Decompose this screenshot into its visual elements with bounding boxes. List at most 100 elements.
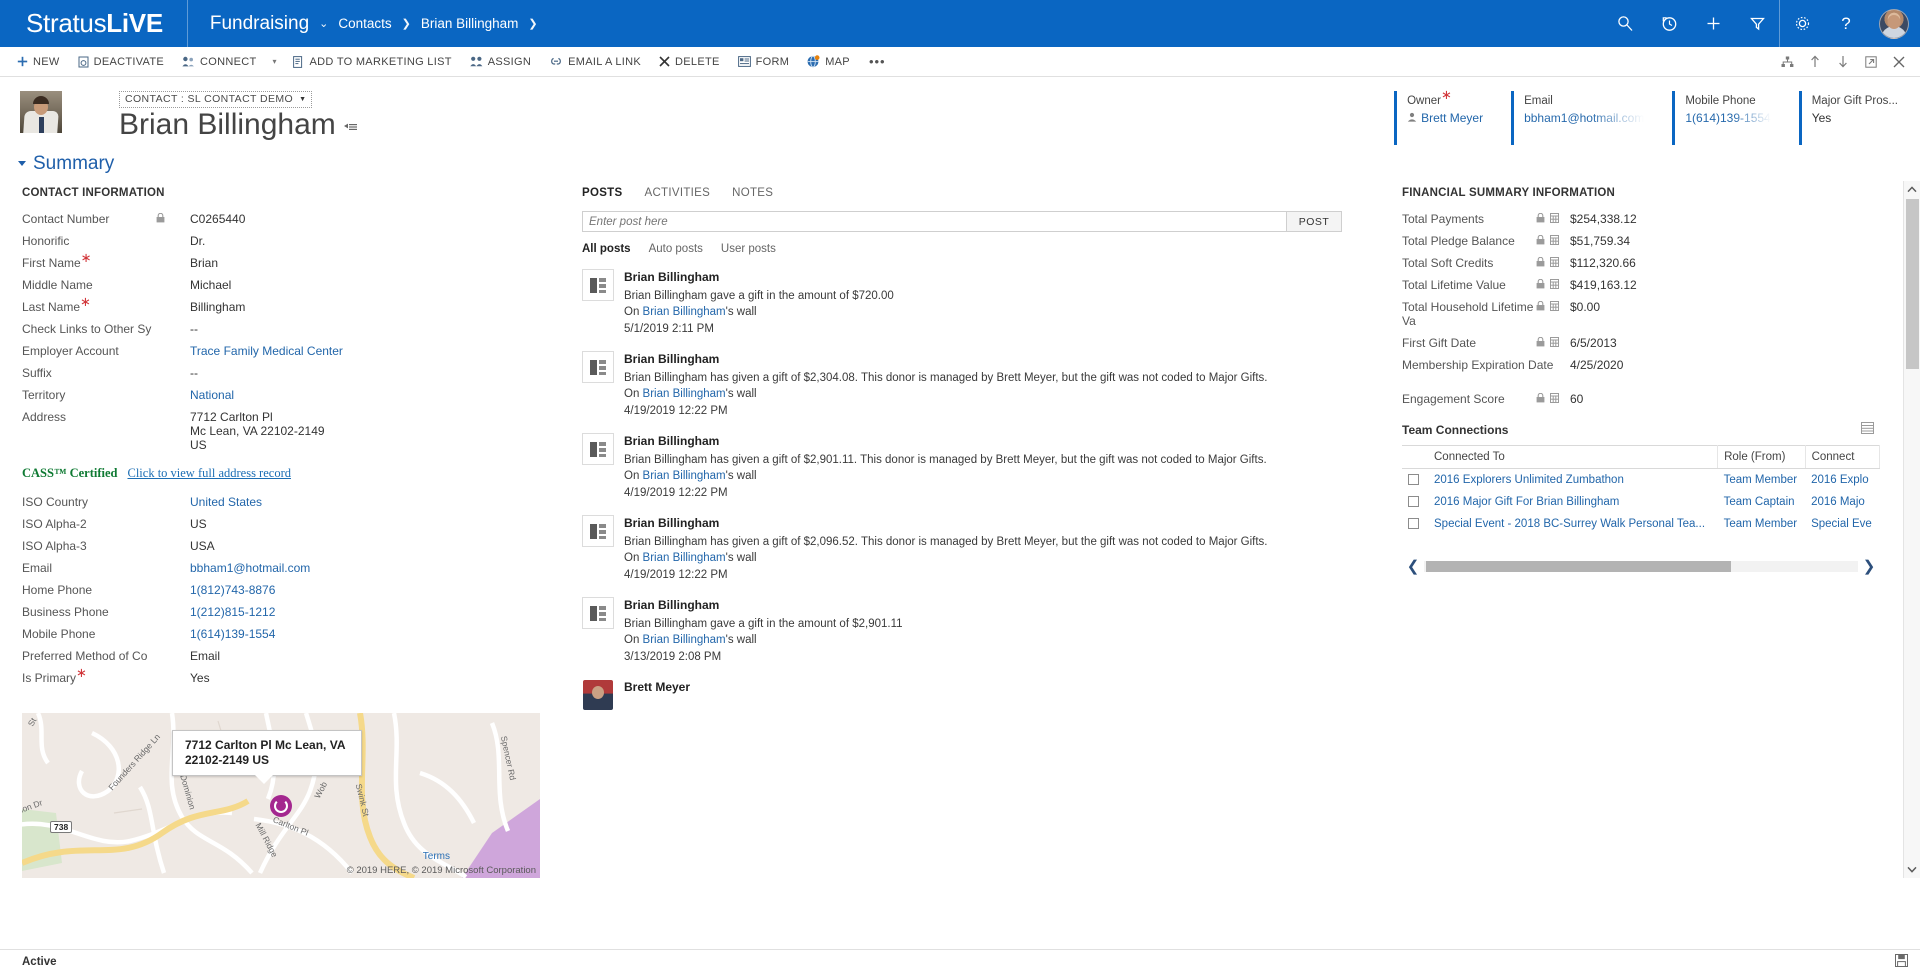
help-question-icon[interactable]: ? [1824, 0, 1868, 47]
cell-role-from[interactable]: Team Member [1718, 513, 1805, 535]
row-checkbox-cell[interactable] [1402, 513, 1428, 535]
new-button[interactable]: NEW [8, 47, 69, 77]
field-value[interactable]: -- [190, 366, 198, 380]
field-value[interactable]: Michael [190, 278, 231, 292]
table-row[interactable]: 2016 Major Gift For Brian Billingham Tea… [1402, 491, 1880, 513]
delete-button[interactable]: DELETE [650, 47, 729, 77]
post-button[interactable]: POST [1287, 211, 1342, 232]
row-checkbox-cell[interactable] [1402, 491, 1428, 513]
post-wall-link[interactable]: Brian Billingham [643, 470, 726, 482]
tab-notes[interactable]: NOTES [732, 187, 773, 199]
filter-all-posts[interactable]: All posts [582, 243, 631, 255]
field-value[interactable]: Email [190, 649, 220, 663]
mobile-phone-field-link[interactable]: 1(614)139-1554 [190, 627, 275, 641]
post-author[interactable]: Brian Billingham [624, 515, 1268, 532]
territory-link[interactable]: National [190, 388, 234, 402]
field-value[interactable]: US [190, 517, 207, 531]
post-author[interactable]: Brian Billingham [624, 351, 1268, 368]
close-icon[interactable] [1886, 47, 1912, 77]
column-header-connected-to[interactable]: Connected To [1428, 445, 1719, 469]
email-link[interactable]: bbham1@hotmail.com [1524, 111, 1644, 125]
app-logo[interactable]: StratusLiVE [0, 8, 187, 39]
user-avatar-button[interactable] [1868, 0, 1920, 47]
post-wall-link[interactable]: Brian Billingham [643, 388, 726, 400]
breadcrumb-chevron-right-icon-2[interactable]: ❯ [528, 17, 537, 30]
assign-button[interactable]: ASSIGN [461, 47, 540, 77]
employer-account-link[interactable]: Trace Family Medical Center [190, 344, 343, 358]
add-to-marketing-list-button[interactable]: ADD TO MARKETING LIST [284, 47, 461, 77]
breadcrumb-app[interactable]: Fundraising [210, 13, 309, 35]
save-icon[interactable] [1895, 953, 1908, 970]
summary-section-header[interactable]: Summary [0, 145, 1920, 181]
deactivate-button[interactable]: DEACTIVATE [69, 47, 173, 77]
scroll-up-icon[interactable] [1904, 181, 1920, 198]
tab-activities[interactable]: ACTIVITIES [644, 187, 710, 199]
scroll-down-icon[interactable] [1904, 861, 1920, 878]
owner-link[interactable]: Brett Meyer [1421, 111, 1483, 125]
connect-button[interactable]: CONNECT [173, 47, 266, 77]
post-wall-link[interactable]: Brian Billingham [643, 634, 726, 646]
row-checkbox[interactable] [1408, 496, 1419, 508]
row-checkbox-cell[interactable] [1402, 469, 1428, 492]
up-arrow-icon[interactable] [1802, 47, 1828, 77]
post-author[interactable]: Brett Meyer [624, 679, 690, 696]
more-commands-button[interactable]: ••• [859, 54, 896, 69]
popout-icon[interactable] [1858, 47, 1884, 77]
breadcrumb-item-record[interactable]: Brian Billingham [421, 16, 519, 31]
cell-connection[interactable]: Special Eve [1805, 513, 1879, 535]
field-value[interactable]: USA [190, 539, 215, 553]
select-all-header[interactable] [1402, 445, 1428, 469]
business-phone-link[interactable]: 1(212)815-1212 [190, 605, 275, 619]
row-checkbox[interactable] [1408, 474, 1419, 486]
email-a-link-button[interactable]: EMAIL A LINK [540, 47, 650, 77]
cell-role-from[interactable]: Team Captain [1718, 491, 1805, 513]
address-map[interactable]: 738 St ion Dr Founders Ridge Ln Dominion… [22, 713, 540, 878]
cell-connection[interactable]: 2016 Majo [1805, 491, 1879, 513]
field-value[interactable]: 4/25/2020 [1570, 358, 1623, 372]
connect-dropdown-caret-icon[interactable]: ▾ [266, 47, 284, 77]
tab-posts[interactable]: POSTS [582, 187, 622, 199]
scroll-thumb[interactable] [1426, 560, 1731, 572]
record-set-menu-icon[interactable] [343, 121, 358, 141]
column-header-connection[interactable]: Connect [1805, 445, 1881, 469]
field-value[interactable]: Yes [190, 671, 210, 685]
filter-auto-posts[interactable]: Auto posts [649, 243, 703, 255]
post-author[interactable]: Brian Billingham [624, 433, 1267, 450]
advanced-find-funnel-icon[interactable] [1735, 0, 1779, 47]
map-button[interactable]: MAP [798, 47, 859, 77]
scroll-left-icon[interactable]: ❮ [1402, 557, 1424, 575]
cell-connection[interactable]: 2016 Explo [1805, 469, 1879, 492]
row-checkbox[interactable] [1408, 518, 1419, 530]
search-icon[interactable] [1603, 0, 1647, 47]
cell-connected-to[interactable]: 2016 Major Gift For Brian Billingham [1428, 491, 1718, 513]
page-vertical-scrollbar[interactable] [1903, 181, 1920, 878]
home-phone-link[interactable]: 1(812)743-8876 [190, 583, 275, 597]
open-subgrid-icon[interactable] [1861, 422, 1880, 437]
scroll-right-icon[interactable]: ❯ [1858, 557, 1880, 575]
column-header-role-from[interactable]: Role (From) [1717, 445, 1806, 469]
recent-clock-icon[interactable] [1647, 0, 1691, 47]
subgrid-horizontal-scrollbar[interactable]: ❮ ❯ [1402, 557, 1880, 575]
table-row[interactable]: 2016 Explorers Unlimited Zumbathon Team … [1402, 469, 1880, 492]
post-wall-link[interactable]: Brian Billingham [643, 306, 726, 318]
record-type-selector[interactable]: CONTACT : SL CONTACT DEMO ▼ [119, 91, 313, 108]
map-location-pin-icon[interactable] [270, 795, 292, 817]
email-field-link[interactable]: bbham1@hotmail.com [190, 561, 310, 575]
contact-photo[interactable] [20, 91, 62, 133]
down-arrow-icon[interactable] [1830, 47, 1856, 77]
post-author[interactable]: Brian Billingham [624, 597, 903, 614]
add-new-plus-icon[interactable] [1691, 0, 1735, 47]
cell-role-from[interactable]: Team Member [1718, 469, 1805, 492]
cell-connected-to[interactable]: Special Event - 2018 BC-Surrey Walk Pers… [1428, 513, 1718, 535]
post-input[interactable] [582, 211, 1287, 232]
cell-connected-to[interactable]: 2016 Explorers Unlimited Zumbathon [1428, 469, 1718, 492]
field-value[interactable]: -- [190, 322, 198, 336]
hierarchy-icon[interactable] [1774, 47, 1800, 77]
view-full-address-record-link[interactable]: Click to view full address record [127, 466, 291, 481]
field-value[interactable]: Billingham [190, 300, 245, 314]
breadcrumb-item-contacts[interactable]: Contacts [338, 16, 391, 31]
mobile-phone-link[interactable]: 1(614)139-1554 [1685, 111, 1770, 125]
post-author[interactable]: Brian Billingham [624, 269, 894, 286]
filter-user-posts[interactable]: User posts [721, 243, 776, 255]
field-value[interactable]: Dr. [190, 234, 205, 248]
